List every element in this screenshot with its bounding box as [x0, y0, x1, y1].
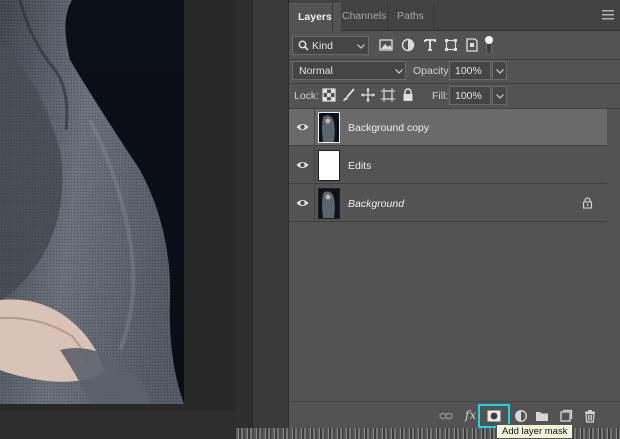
- layers-panel: Layers Channels Paths Kind Normal Opacit…: [288, 0, 620, 428]
- chevron-down-icon: [395, 69, 403, 74]
- eye-icon: [296, 162, 309, 168]
- search-icon: [298, 40, 309, 51]
- visibility-toggle[interactable]: [289, 109, 315, 146]
- new-group-icon[interactable]: [535, 409, 549, 423]
- lock-position-icon[interactable]: [360, 87, 376, 103]
- layer-name[interactable]: Background copy: [348, 122, 429, 134]
- fill-label: Fill:: [432, 90, 449, 102]
- canvas-horizontal-scrollbar[interactable]: [0, 411, 236, 439]
- layer-name[interactable]: Background: [348, 198, 404, 210]
- blend-mode-label: Normal: [299, 65, 333, 77]
- canvas-vertical-scrollbar[interactable]: [236, 0, 252, 439]
- filter-kind-label: Kind: [312, 40, 334, 52]
- hamburger-icon[interactable]: [601, 9, 615, 21]
- tooltip: Add layer mask: [496, 424, 574, 439]
- layer-row-edits[interactable]: Edits: [289, 147, 607, 184]
- tab-channels[interactable]: Channels: [332, 3, 395, 31]
- pixel-filter-icon[interactable]: [378, 37, 394, 53]
- chevron-down-icon: [357, 44, 365, 49]
- lock-image-icon[interactable]: [341, 87, 357, 103]
- layer-thumbnail: [318, 112, 340, 143]
- chevron-down-icon: [496, 69, 504, 74]
- layer-row-background-copy[interactable]: Background copy: [289, 109, 607, 146]
- link-layers-icon[interactable]: [439, 409, 453, 423]
- draped-fabric-figure: [0, 0, 184, 404]
- document-canvas[interactable]: [0, 0, 288, 439]
- layer-row-background[interactable]: Background: [289, 185, 607, 222]
- new-layer-icon[interactable]: [559, 409, 573, 423]
- opacity-dropdown-button[interactable]: [492, 61, 507, 80]
- filter-kind-select[interactable]: Kind: [292, 36, 369, 55]
- adjustment-layer-icon[interactable]: [514, 409, 528, 423]
- lock-artboard-icon[interactable]: [380, 87, 396, 103]
- trash-icon[interactable]: [583, 409, 597, 423]
- filter-toggle-icon[interactable]: [483, 35, 495, 55]
- layer-name[interactable]: Edits: [348, 160, 371, 172]
- layer-thumbnail: [318, 188, 340, 219]
- fill-dropdown-button[interactable]: [492, 86, 507, 105]
- lock-all-icon[interactable]: [400, 87, 416, 103]
- chevron-down-icon: [496, 94, 504, 99]
- layer-thumbnail: [318, 150, 340, 181]
- fill-input[interactable]: 100%: [449, 86, 491, 105]
- opacity-label: Opacity:: [413, 65, 452, 77]
- lock-icon[interactable]: [582, 197, 593, 209]
- smart-object-filter-icon[interactable]: [464, 37, 480, 53]
- eye-icon: [296, 200, 309, 206]
- eye-icon: [296, 124, 309, 130]
- visibility-toggle[interactable]: [289, 147, 315, 184]
- type-filter-icon[interactable]: [422, 37, 438, 53]
- panel-dock-gap: [252, 0, 288, 439]
- shape-filter-icon[interactable]: [443, 37, 459, 53]
- lock-label: Lock:: [294, 90, 320, 102]
- add-layer-mask-icon[interactable]: [487, 410, 501, 422]
- blend-mode-select[interactable]: Normal: [292, 61, 406, 80]
- opacity-input[interactable]: 100%: [449, 61, 491, 80]
- visibility-toggle[interactable]: [289, 185, 315, 222]
- fx-icon[interactable]: fx: [465, 408, 476, 422]
- tab-paths[interactable]: Paths: [387, 3, 434, 31]
- photo-image: [0, 0, 184, 404]
- lock-transparent-icon[interactable]: [321, 87, 337, 103]
- panel-tab-bar: Layers Channels Paths: [289, 0, 620, 31]
- adjustment-filter-icon[interactable]: [400, 37, 416, 53]
